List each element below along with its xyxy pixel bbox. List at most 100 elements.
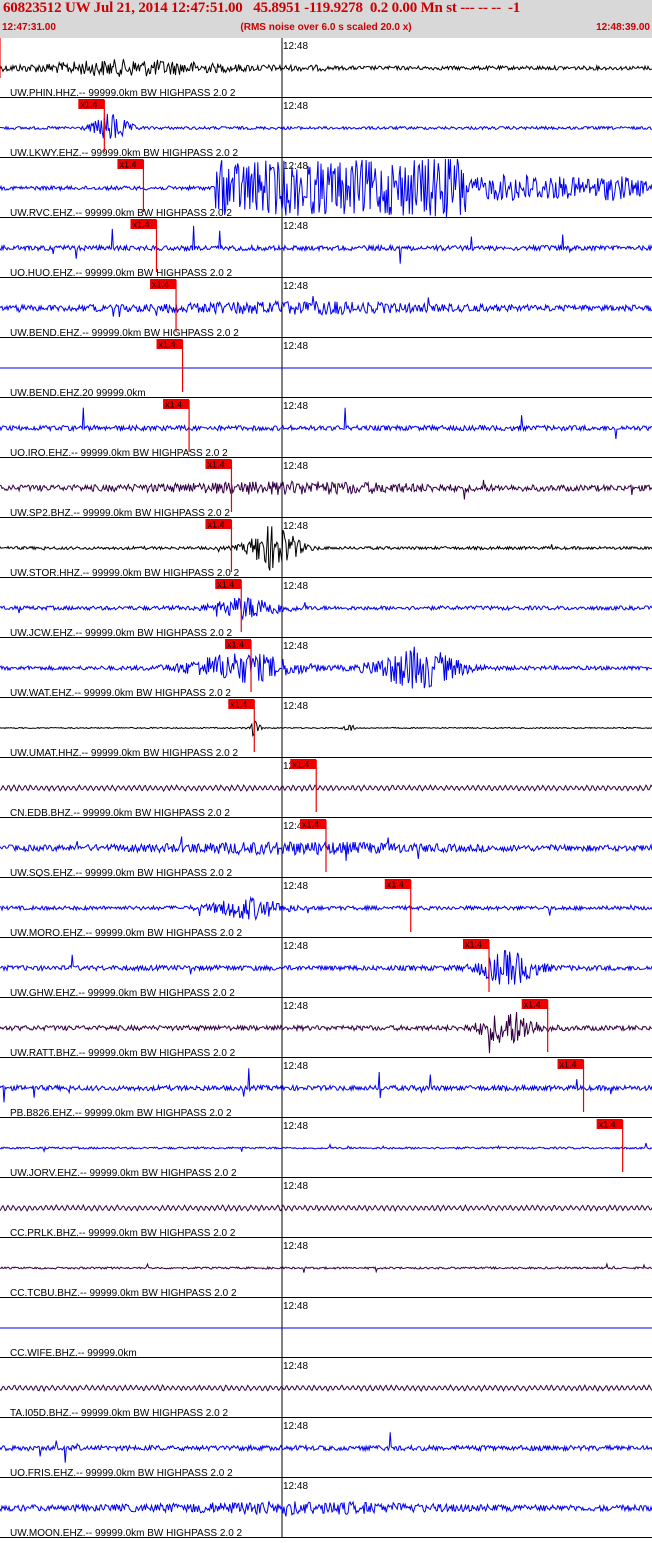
pick-badge-label: x1.4: [159, 340, 176, 350]
waveform: [0, 1068, 652, 1103]
station-label: CN.EDB.BHZ.-- 99999.0km BW HIGHPASS 2.0 …: [10, 808, 230, 819]
minute-tick-label: 12:48: [283, 1361, 308, 1372]
trace-row: 12:48 UW.BEND.EHZ.-- 99999.0km BW HIGHPAS…: [0, 278, 652, 339]
trace-row: 12:48 UW.RVC.EHZ.-- 99999.0km BW HIGHPASS…: [0, 158, 652, 219]
station-label: UW.SP2.BHZ.-- 99999.0km BW HIGHPASS 2.0 …: [10, 508, 230, 519]
minute-tick-label: 12:48: [283, 1061, 308, 1072]
trace-row: 12:48 UW.PHIN.HHZ.-- 99999.0km BW HIGHPAS…: [0, 38, 652, 99]
station-label: UW.GHW.EHZ.-- 99999.0km BW HIGHPASS 2.0 …: [10, 988, 235, 999]
station-label: UW.RVC.EHZ.-- 99999.0km BW HIGHPASS 2.0 …: [10, 208, 232, 219]
station-label: CC.WIFE.BHZ.-- 99999.0km: [10, 1348, 137, 1359]
pick-badge-label: x1.4: [80, 100, 97, 110]
seismogram-panel: 12:48 UW.PHIN.HHZ.-- 99999.0km BW HIGHPAS…: [0, 38, 652, 1539]
pick-badge-label: x1.4: [292, 760, 309, 770]
station-label: UW.SQS.EHZ.-- 99999.0km BW HIGHPASS 2.0 …: [10, 868, 233, 879]
header-bar: 60823512 UW Jul 21, 2014 12:47:51.00 45.…: [0, 0, 652, 38]
trace-row: 12:48 UW.GHW.EHZ.-- 99999.0km BW HIGHPASS…: [0, 938, 652, 999]
trace-row: 12:48 UW.BEND.EHZ.20 99999.0km x1.4: [0, 338, 652, 399]
minute-tick-label: 12:48: [283, 1241, 308, 1252]
pick-badge-label: x1.4: [217, 580, 234, 590]
time-range-bar: 12:47:31.00 (RMS noise over 6.0 s scaled…: [0, 22, 652, 36]
waveform: [0, 526, 652, 571]
trace-row: 12:48 UW.RATT.BHZ.-- 99999.0km BW HIGHPAS…: [0, 998, 652, 1059]
minute-tick-label: 12:48: [283, 1181, 308, 1192]
waveform: [0, 1500, 652, 1517]
event-title: 60823512 UW Jul 21, 2014 12:47:51.00 45.…: [3, 0, 521, 16]
waveform: [0, 720, 652, 737]
pick-badge-label: x1.4: [230, 700, 247, 710]
minute-tick-label: 12:48: [283, 41, 308, 52]
station-label: UO.HUO.EHZ.-- 99999.0km BW HIGHPASS 2.0 …: [10, 268, 233, 279]
station-label: UO.FRIS.EHZ.-- 99999.0km BW HIGHPASS 2.0…: [10, 1468, 233, 1479]
trace-row: 12:48 UW.LKWY.EHZ.-- 99999.0km BW HIGHPAS…: [0, 98, 652, 159]
minute-tick-label: 12:48: [283, 581, 308, 592]
pick-badge-label: x1.4: [302, 820, 319, 830]
station-label: CC.TCBU.BHZ.-- 99999.0km BW HIGHPASS 2.0…: [10, 1288, 237, 1299]
pick-badge-label: x1.4: [465, 940, 482, 950]
station-label: UW.JORV.EHZ.-- 99999.0km BW HIGHPASS 2.0…: [10, 1168, 237, 1179]
station-label: UW.PHIN.HHZ.-- 99999.0km BW HIGHPASS 2.0…: [10, 88, 236, 99]
trace-row: 12:48 PB.B826.EHZ.-- 99999.0km BW HIGHPAS…: [0, 1058, 652, 1119]
waveform: [0, 1383, 652, 1393]
trace-row: 12:48 CC.WIFE.BHZ.-- 99999.0km: [0, 1298, 652, 1359]
waveform: [0, 597, 652, 621]
station-label: UW.JCW.EHZ.-- 99999.0km BW HIGHPASS 2.0 …: [10, 628, 233, 639]
station-label: UW.MOON.EHZ.-- 99999.0km BW HIGHPASS 2.0…: [10, 1528, 243, 1538]
station-label: UW.UMAT.HHZ.-- 99999.0km BW HIGHPASS 2.0…: [10, 748, 238, 759]
waveform: [0, 1203, 652, 1213]
minute-tick-label: 12:48: [283, 1121, 308, 1132]
trace-row: 12:48 UW.JCW.EHZ.-- 99999.0km BW HIGHPASS…: [0, 578, 652, 639]
minute-tick-label: 12:48: [283, 1001, 308, 1012]
waveform: [0, 783, 652, 793]
waveform: [0, 59, 652, 77]
trace-row: 12:48 TA.I05D.BHZ.-- 99999.0km BW HIGHPAS…: [0, 1358, 652, 1419]
pick-badge-label: x1.4: [152, 280, 169, 290]
minute-tick-label: 12:48: [283, 281, 308, 292]
station-label: CC.PRLK.BHZ.-- 99999.0km BW HIGHPASS 2.0…: [10, 1228, 236, 1239]
minute-tick-label: 12:48: [283, 161, 308, 172]
minute-tick-label: 12:48: [283, 401, 308, 412]
waveform: [0, 113, 652, 139]
minute-tick-label: 12:48: [283, 1301, 308, 1312]
rms-note: (RMS noise over 6.0 s scaled 20.0 x): [240, 22, 412, 33]
minute-tick-label: 12:48: [283, 881, 308, 892]
minute-tick-label: 12:48: [283, 221, 308, 232]
trace-row: 12:48UW.SQS.EHZ.-- 99999.0km BW HIGHPASS…: [0, 818, 652, 879]
trace-row: 12:48 UW.STOR.HHZ.-- 99999.0km BW HIGHPAS…: [0, 518, 652, 579]
waveform: [0, 225, 652, 264]
waveform: [0, 479, 652, 500]
waveform: [0, 1142, 652, 1153]
station-label: UW.RATT.BHZ.-- 99999.0km BW HIGHPASS 2.0…: [10, 1048, 236, 1059]
trace-row: 12:48 UW.JORV.EHZ.-- 99999.0km BW HIGHPAS…: [0, 1118, 652, 1179]
minute-tick-label: 12:48: [283, 1421, 308, 1432]
waveform: [0, 296, 652, 318]
minute-tick-label: 12:48: [283, 341, 308, 352]
waveform: [0, 1011, 652, 1054]
end-time: 12:48:39.00: [596, 22, 650, 33]
pick-badge-label: x1.4: [227, 640, 244, 650]
waveform: [0, 895, 652, 921]
trace-row: 12:48 UW.MOON.EHZ.-- 99999.0km BW HIGHPAS…: [0, 1478, 652, 1539]
station-label: UW.BEND.EHZ.20 99999.0km: [10, 388, 146, 399]
trace-row: 12:48CN.EDB.BHZ.-- 99999.0km BW HIGHPASS…: [0, 758, 652, 819]
pick-badge-label: x1.4: [524, 1000, 541, 1010]
pick-badge-label: x1.4: [387, 880, 404, 890]
station-label: UW.STOR.HHZ.-- 99999.0km BW HIGHPASS 2.0…: [10, 568, 240, 579]
pick-badge-label: x1.4: [207, 520, 224, 530]
pick-badge-label: x1.4: [119, 160, 136, 170]
trace-row: 12:48 CC.PRLK.BHZ.-- 99999.0km BW HIGHPAS…: [0, 1178, 652, 1239]
pick-badge-label: x1.4: [132, 220, 149, 230]
minute-tick-label: 12:48: [283, 941, 308, 952]
minute-tick-label: 12:48: [283, 1481, 308, 1492]
trace-row: 12:48 UW.SP2.BHZ.-- 99999.0km BW HIGHPASS…: [0, 458, 652, 519]
station-label: UW.WAT.EHZ.-- 99999.0km BW HIGHPASS 2.0 …: [10, 688, 231, 699]
station-label: UO.IRO.EHZ.-- 99999.0km BW HIGHPASS 2.0 …: [10, 448, 228, 459]
minute-tick-label: 12:48: [283, 701, 308, 712]
waveform: [0, 1262, 652, 1274]
pick-badge-label: x1.4: [560, 1060, 577, 1070]
pick-badge-label: x1.4: [207, 460, 224, 470]
minute-tick-label: 12:48: [283, 521, 308, 532]
trace-row: 12:48 UW.WAT.EHZ.-- 99999.0km BW HIGHPASS…: [0, 638, 652, 699]
trace-row: 12:48 CC.TCBU.BHZ.-- 99999.0km BW HIGHPAS…: [0, 1238, 652, 1299]
waveform: [0, 950, 652, 985]
